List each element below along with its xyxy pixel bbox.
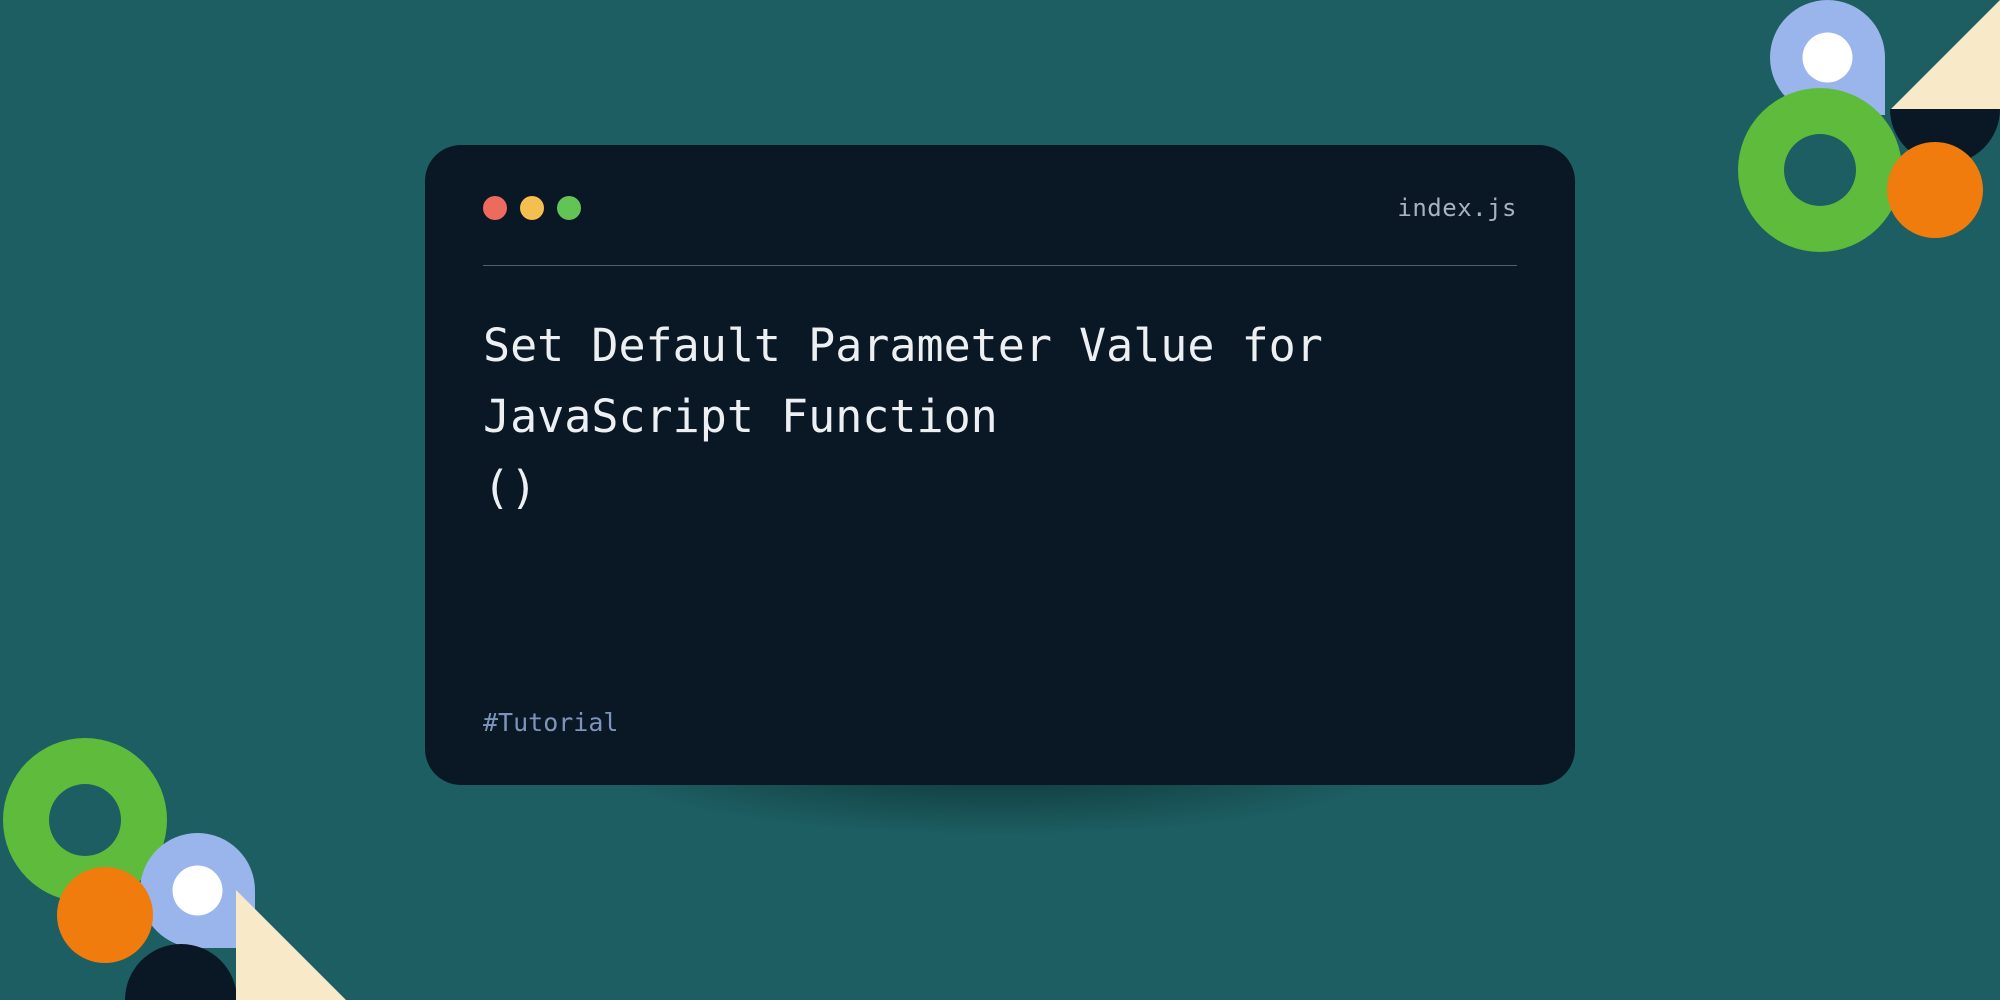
donut-icon (1735, 85, 1905, 255)
circle-icon (55, 865, 155, 965)
maximize-icon (557, 196, 581, 220)
close-icon (483, 196, 507, 220)
code-window: index.js Set Default Parameter Value for… (425, 145, 1575, 785)
decoration-bottom-left (0, 720, 320, 1000)
filename-label: index.js (1397, 194, 1517, 222)
titlebar: index.js (483, 193, 1517, 223)
triangle-icon (1890, 0, 2000, 110)
titlebar-divider (483, 265, 1517, 266)
traffic-lights (483, 196, 581, 220)
circle-icon (1885, 140, 1985, 240)
page-title: Set Default Parameter Value for JavaScri… (483, 310, 1517, 523)
decoration-top-right (1690, 0, 2000, 260)
minimize-icon (520, 196, 544, 220)
triangle-icon (236, 890, 346, 1000)
tag-label: #Tutorial (483, 708, 618, 737)
window-shadow (425, 760, 1575, 940)
